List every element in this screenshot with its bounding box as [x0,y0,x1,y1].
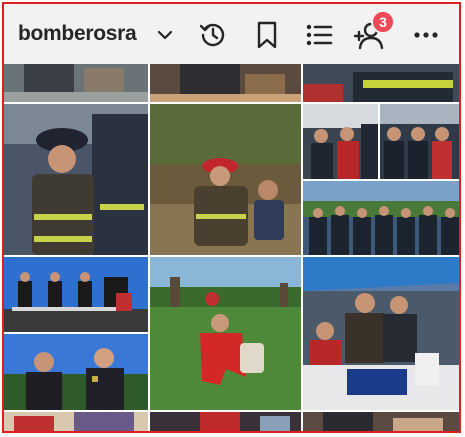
grid-photo[interactable] [150,412,301,431]
list-icon[interactable] [302,18,336,52]
grid-photo[interactable] [4,334,148,410]
grid-photo[interactable] [303,64,459,102]
grid-photo[interactable] [303,412,459,431]
grid-photo[interactable] [150,257,301,410]
grid-photo[interactable] [150,104,301,255]
profile-header: bomberosra 3 [4,4,459,64]
grid-photo[interactable] [4,64,148,102]
grid-photo[interactable] [303,257,459,410]
bookmark-icon[interactable] [250,18,284,52]
grid-photo[interactable] [4,104,148,255]
grid-photo[interactable] [380,104,459,179]
notification-badge: 3 [371,10,395,34]
profile-username[interactable]: bomberosra [18,22,137,46]
photo-grid [4,64,459,431]
more-icon[interactable] [409,18,443,52]
chevron-down-icon[interactable] [156,26,174,44]
grid-photo[interactable] [4,412,148,431]
screenshot-frame: bomberosra 3 [2,2,461,433]
grid-photo[interactable] [303,104,378,179]
history-icon[interactable] [196,18,230,52]
grid-photo[interactable] [4,257,148,332]
grid-photo[interactable] [303,181,459,255]
grid-photo[interactable] [150,64,301,102]
